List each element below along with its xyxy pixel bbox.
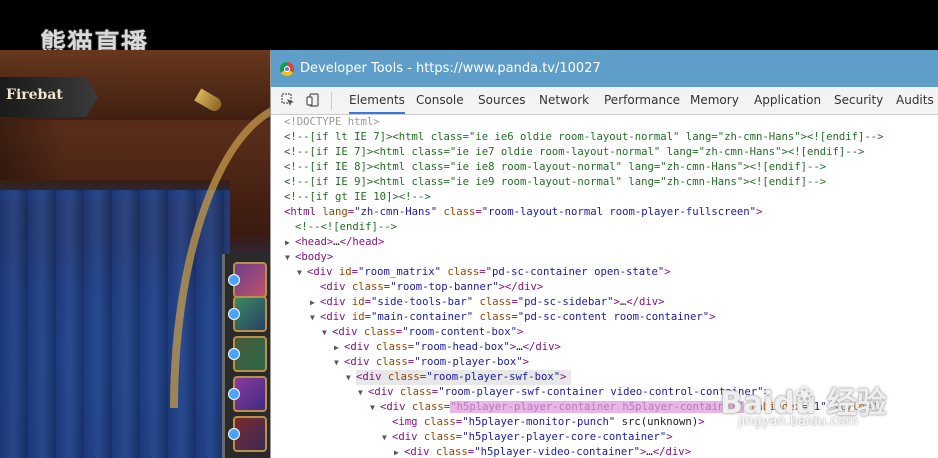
dom-node-line[interactable]: <!--[if IE 7]><html class="ie ie7 oldie … <box>284 145 864 160</box>
expand-down-icon[interactable]: ▼ <box>285 250 290 265</box>
dom-node-line[interactable]: <!--[if gt IE 10]><!--> <box>284 190 431 205</box>
card-thumbnail[interactable] <box>228 336 267 372</box>
dom-node-line[interactable]: <!--[if IE 9]><html class="ie ie9 room-l… <box>284 175 826 190</box>
mana-gem-icon <box>228 428 240 440</box>
expand-right-icon[interactable]: ▶ <box>394 445 399 458</box>
devtools-titlebar[interactable]: Developer Tools - https://www.panda.tv/1… <box>271 50 938 87</box>
expand-down-icon[interactable]: ▼ <box>370 400 375 415</box>
tab-elements[interactable]: Elements <box>349 87 405 114</box>
tab-sources[interactable]: Sources <box>478 87 525 114</box>
expand-down-icon[interactable]: ▼ <box>334 355 339 370</box>
player-name-banner: Firebat <box>0 77 98 117</box>
player-name: Firebat <box>6 87 63 103</box>
tab-application[interactable]: Application <box>754 87 821 114</box>
tab-security[interactable]: Security <box>834 87 883 114</box>
card-thumbnail[interactable] <box>228 262 267 298</box>
dom-node-line[interactable]: <head>…</head> <box>295 235 384 250</box>
inspect-element-icon[interactable] <box>281 93 295 107</box>
expand-right-icon[interactable]: ▶ <box>310 295 315 310</box>
top-bar: 熊猫直播 <box>0 0 938 59</box>
tab-audits[interactable]: Audits <box>896 87 934 114</box>
dom-node-line[interactable]: <div class="room-player-swf-container vi… <box>368 385 770 400</box>
dom-node-line[interactable]: <!--[if IE 8]><html class="ie ie8 room-l… <box>284 160 826 175</box>
dom-node-line[interactable]: <div class="room-head-box">…</div> <box>344 340 561 355</box>
expand-down-icon[interactable]: ▼ <box>297 265 302 280</box>
mana-gem-icon <box>228 308 240 320</box>
toolbar-divider <box>331 92 332 110</box>
expand-down-icon[interactable]: ▼ <box>358 385 363 400</box>
tab-console[interactable]: Console <box>416 87 464 114</box>
dom-node-line[interactable]: <body> <box>295 250 333 265</box>
dom-node-line[interactable]: <div class="room-player-box"> <box>344 355 529 370</box>
screenshot: 熊猫直播 Firebat Developer Tools - https://w… <box>0 0 938 458</box>
window-title: Developer Tools - https://www.panda.tv/1… <box>300 61 601 76</box>
device-toolbar-icon[interactable] <box>306 93 320 107</box>
devtools-tabbar: Elements Console Sources Network Performance… <box>271 87 938 115</box>
expand-down-icon[interactable]: ▼ <box>322 325 327 340</box>
dom-node-line[interactable]: <div class="h5player-player-core-contain… <box>392 430 673 445</box>
expand-down-icon[interactable]: ▼ <box>310 310 315 325</box>
tab-network[interactable]: Network <box>539 87 589 114</box>
dom-node-line[interactable]: <!--<![endif]--> <box>295 220 397 235</box>
dom-node-line[interactable]: <div class="room-content-box"> <box>332 325 523 340</box>
baidu-paw-icon: ❀ <box>795 383 814 408</box>
card-thumbnail[interactable] <box>228 296 267 332</box>
card-column <box>222 254 273 458</box>
dom-node-line[interactable]: <div class="room-top-banner"></div> <box>320 280 543 295</box>
expand-down-icon[interactable]: ▼ <box>346 370 351 385</box>
card-thumbnail[interactable] <box>228 416 267 452</box>
dom-node-line[interactable]: <div id="main-container" class="pd-sc-co… <box>320 310 716 325</box>
tab-performance[interactable]: Performance <box>604 87 680 114</box>
watermark-url: jingyan.baidu.com <box>738 414 858 429</box>
dom-node-line[interactable]: <div id="room_matrix" class="pd-sc-conta… <box>307 265 671 280</box>
mana-gem-icon <box>228 388 240 400</box>
mana-gem-icon <box>228 274 240 286</box>
card-thumbnail[interactable] <box>228 376 267 412</box>
expand-right-icon[interactable]: ▶ <box>334 340 339 355</box>
mana-gem-icon <box>228 348 240 360</box>
dom-node-line[interactable]: <div class="room-player-swf-box"> <box>356 370 571 385</box>
chrome-icon <box>280 62 294 76</box>
expand-right-icon[interactable]: ▶ <box>285 235 290 250</box>
dom-node-line[interactable]: <div class="h5player-video-container">…<… <box>404 445 691 458</box>
dom-node-line[interactable]: <!--[if lt IE 7]><html class="ie ie6 old… <box>284 130 884 145</box>
dom-node-line[interactable]: <div id="side-tools-bar" class="pd-sc-si… <box>320 295 665 310</box>
dom-node-line[interactable]: <!DOCTYPE html> <box>284 115 380 130</box>
dom-node-line[interactable]: <html lang="zh-cmn-Hans" class="room-lay… <box>284 205 762 220</box>
expand-down-icon[interactable]: ▼ <box>382 430 387 445</box>
dom-node-line[interactable]: <img class="h5player-monitor-punch" src(… <box>392 415 705 430</box>
tab-memory[interactable]: Memory <box>690 87 739 114</box>
